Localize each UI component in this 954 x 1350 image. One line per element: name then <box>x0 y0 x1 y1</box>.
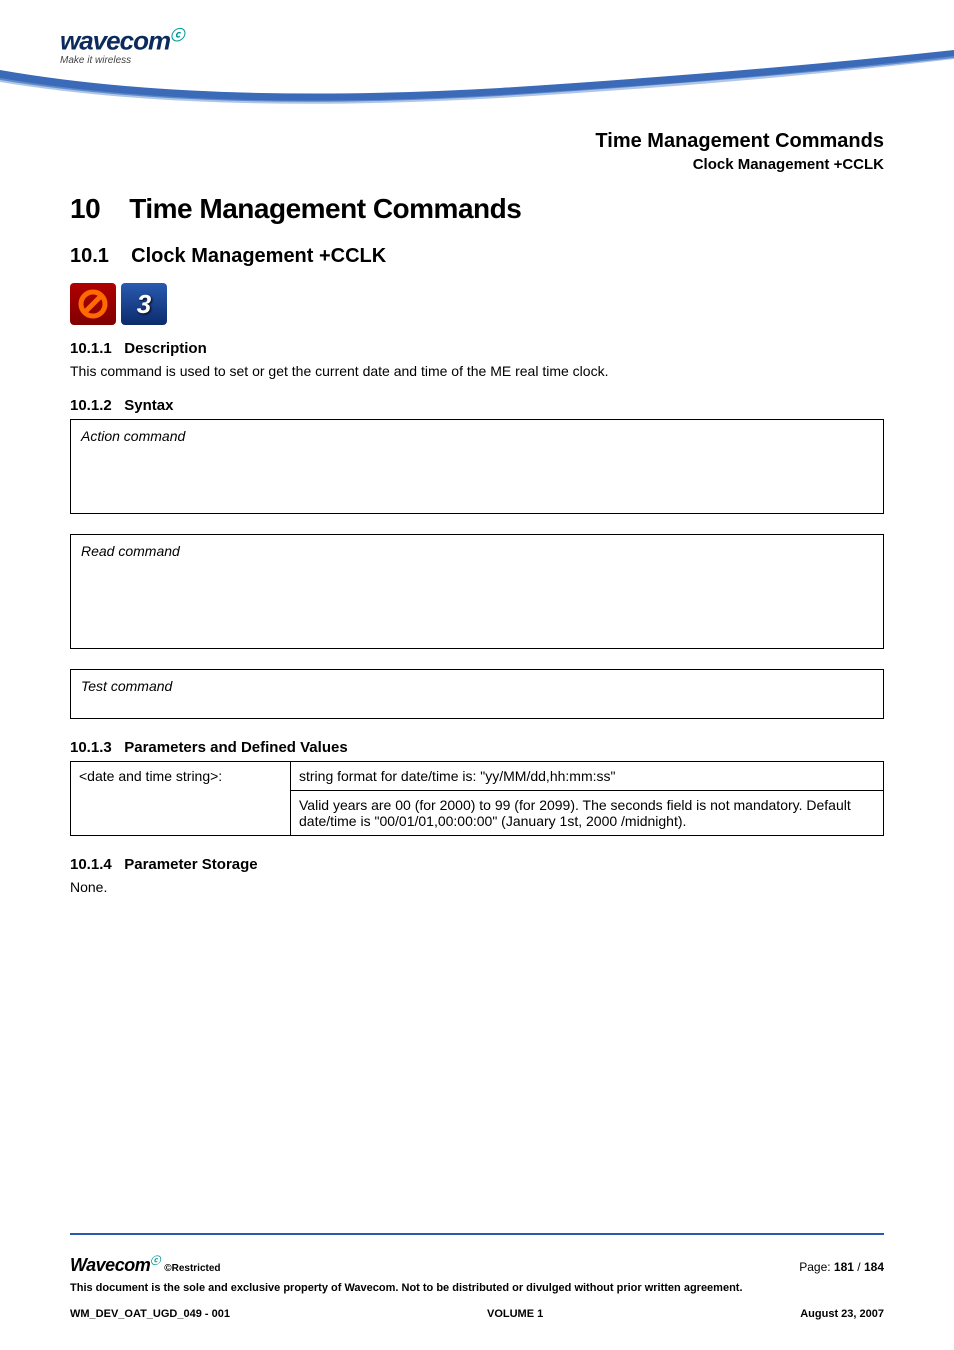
footer-page-label: Page: <box>799 1260 834 1274</box>
chapter-title: 10 Time Management Commands <box>70 193 884 225</box>
syntax-box-action: Action command <box>70 419 884 514</box>
subsection-syntax-title: 10.1.2 Syntax <box>70 397 884 414</box>
circle-c-icon: ⓒ <box>150 1256 160 1267</box>
main-content: Time Management Commands Clock Managemen… <box>0 130 954 897</box>
subsection-params-title: 10.1.3 Parameters and Defined Values <box>70 739 884 756</box>
subsection-description-title: 10.1.1 Description <box>70 340 884 357</box>
footer-date: August 23, 2007 <box>800 1308 884 1320</box>
syntax-test-label: Test command <box>81 678 873 694</box>
sub1-number: 10.1.1 <box>70 340 112 357</box>
footer-doc-id: WM_DEV_OAT_UGD_049 - 001 <box>70 1308 230 1320</box>
footer-left: Wavecomⓒ ©Restricted <box>70 1252 221 1276</box>
footer-page-sep: / <box>854 1260 864 1274</box>
section-title: 10.1 Clock Management +CCLK <box>70 245 884 268</box>
footer-bottom-row: WM_DEV_OAT_UGD_049 - 001 VOLUME 1 August… <box>70 1308 884 1320</box>
footer-top-row: Wavecomⓒ ©Restricted Page: 181 / 184 <box>70 1252 884 1276</box>
footer-disclaimer: This document is the sole and exclusive … <box>70 1282 884 1294</box>
footer-page-current: 181 <box>834 1260 854 1274</box>
three-icon: 3 <box>121 283 167 325</box>
sub3-number: 10.1.3 <box>70 739 112 756</box>
param-key: <date and time string>: <box>71 761 291 835</box>
icons-row: 3 <box>70 283 884 325</box>
header-banner: wavecomⓒ Make it wireless <box>0 0 954 130</box>
sub2-title: Syntax <box>124 397 173 414</box>
three-icon-text: 3 <box>137 289 151 320</box>
footer-brand: Wavecomⓒ <box>70 1255 164 1275</box>
footer-divider <box>70 1233 884 1235</box>
section-name: Clock Management +CCLK <box>131 245 386 267</box>
footer-restricted: ©Restricted <box>164 1263 220 1274</box>
parameters-table: <date and time string>: string format fo… <box>70 761 884 836</box>
sub2-number: 10.1.2 <box>70 397 112 414</box>
chapter-name: Time Management Commands <box>129 193 521 224</box>
running-header-subtitle: Clock Management +CCLK <box>70 156 884 173</box>
sub3-title: Parameters and Defined Values <box>124 739 347 756</box>
syntax-read-label: Read command <box>81 543 873 559</box>
circle-c-icon: ⓒ <box>170 27 183 43</box>
storage-text: None. <box>70 878 884 898</box>
page-footer: Wavecomⓒ ©Restricted Page: 181 / 184 Thi… <box>70 1252 884 1320</box>
footer-page: Page: 181 / 184 <box>799 1260 884 1274</box>
syntax-box-test: Test command <box>70 669 884 719</box>
running-header: Time Management Commands Clock Managemen… <box>70 130 884 173</box>
footer-volume: VOLUME 1 <box>487 1308 543 1320</box>
subsection-storage-title: 10.1.4 Parameter Storage <box>70 856 884 873</box>
no-circle-icon <box>70 283 116 325</box>
param-val-1: string format for date/time is: "yy/MM/d… <box>291 761 884 790</box>
description-text: This command is used to set or get the c… <box>70 362 884 382</box>
syntax-action-label: Action command <box>81 428 873 444</box>
syntax-box-read: Read command <box>70 534 884 649</box>
section-number: 10.1 <box>70 245 109 267</box>
sub4-number: 10.1.4 <box>70 856 112 873</box>
footer-brand-text: Wavecom <box>70 1255 150 1275</box>
swoosh-icon <box>0 50 954 120</box>
sub4-title: Parameter Storage <box>124 856 257 873</box>
table-row: <date and time string>: string format fo… <box>71 761 884 790</box>
param-val-2: Valid years are 00 (for 2000) to 99 (for… <box>291 790 884 835</box>
chapter-number: 10 <box>70 193 100 224</box>
footer-page-total: 184 <box>864 1260 884 1274</box>
running-header-title: Time Management Commands <box>70 130 884 153</box>
sub1-title: Description <box>124 340 207 357</box>
